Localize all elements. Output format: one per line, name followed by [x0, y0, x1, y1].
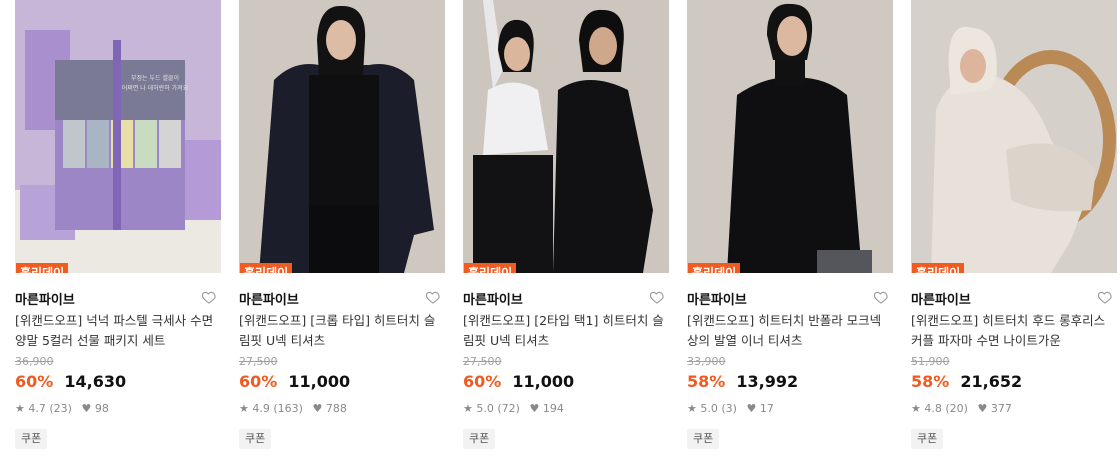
brand-name[interactable]: 마른파이브	[15, 293, 75, 308]
box-text: 어쩌면 나 데허란하 가져요	[122, 84, 189, 92]
sale-price: 21,652	[960, 372, 1023, 391]
brand-name[interactable]: 마른파이브	[239, 293, 299, 308]
star-icon: ★	[15, 402, 25, 415]
star-icon: ★	[239, 402, 249, 415]
holiday-badge: 홀리데이	[16, 263, 69, 273]
review-count: (163)	[273, 402, 303, 415]
product-card[interactable]: 홀리데이 마른파이브 [위캔드오프] 히트터치 후드 롱후리스 커플 파자마 수…	[911, 0, 1117, 449]
like-count: 17	[759, 402, 774, 415]
box-text: 부정는 두드 셀클이	[131, 74, 179, 82]
original-price: 33,900	[687, 355, 726, 368]
star-icon: ★	[687, 402, 697, 415]
coupon-badge: 쿠폰	[239, 429, 272, 449]
product-title[interactable]: [위캔드오프] [2타입 택1] 히트터치 슬림핏 U넥 티셔츠	[463, 311, 669, 351]
product-title[interactable]: [위캔드오프] 넉넉 파스텔 극세사 수면양말 5컬러 선물 패키지 세트	[15, 311, 221, 351]
product-image[interactable]: 홀리데이	[687, 0, 893, 273]
coupon-badge: 쿠폰	[15, 429, 48, 449]
rating: 4.7	[28, 402, 46, 415]
sale-price: 11,000	[288, 372, 351, 391]
heart-icon: ♥	[977, 402, 988, 415]
like-count: 788	[325, 402, 347, 415]
star-icon: ★	[463, 402, 473, 415]
product-title[interactable]: [위캔드오프] [크롭 타입] 히트터치 슬림핏 U넥 티셔츠	[239, 311, 445, 351]
review-count: (72)	[497, 402, 520, 415]
coupon-badge: 쿠폰	[687, 429, 720, 449]
rating: 4.8	[924, 402, 942, 415]
discount-rate: 58%	[687, 372, 726, 391]
like-count: 194	[542, 402, 564, 415]
review-count: (3)	[721, 402, 737, 415]
product-title[interactable]: [위캔드오프] 히트터치 후드 롱후리스 커플 파자마 수면 나이트가운	[911, 311, 1117, 351]
product-card[interactable]: 홀리데이 마른파이브 [위캔드오프] 히트터치 반폴라 모크넥 상의 발열 이너…	[687, 0, 893, 449]
holiday-badge: 홀리데이	[240, 263, 293, 273]
holiday-badge: 홀리데이	[464, 263, 517, 273]
original-price: 36,900	[15, 355, 54, 368]
heart-icon[interactable]	[873, 289, 889, 305]
coupon-badge: 쿠폰	[463, 429, 496, 449]
heart-icon: ♥	[529, 402, 540, 415]
rating: 5.0	[700, 402, 718, 415]
original-price: 51,900	[911, 355, 950, 368]
review-count: (23)	[49, 402, 72, 415]
heart-icon[interactable]	[425, 289, 441, 305]
product-card[interactable]: 부정는 두드 셀클이 어쩌면 나 데허란하 가져요 홀리데이 마른파이브 [위캔…	[15, 0, 221, 449]
like-count: 377	[990, 402, 1012, 415]
holiday-badge: 홀리데이	[688, 263, 741, 273]
original-price: 27,500	[239, 355, 278, 368]
coupon-badge: 쿠폰	[911, 429, 944, 449]
rating: 5.0	[476, 402, 494, 415]
product-image[interactable]: 홀리데이	[463, 0, 669, 273]
heart-icon[interactable]	[1097, 289, 1113, 305]
product-card[interactable]: 홀리데이 마른파이브 [위캔드오프] [크롭 타입] 히트터치 슬림핏 U넥 티…	[239, 0, 445, 449]
heart-icon: ♥	[746, 402, 757, 415]
heart-icon[interactable]	[201, 289, 217, 305]
brand-name[interactable]: 마른파이브	[687, 293, 747, 308]
discount-rate: 60%	[15, 372, 54, 391]
heart-icon: ♥	[81, 402, 92, 415]
like-count: 98	[94, 402, 109, 415]
sale-price: 14,630	[64, 372, 127, 391]
holiday-badge: 홀리데이	[912, 263, 965, 273]
rating: 4.9	[252, 402, 270, 415]
discount-rate: 60%	[463, 372, 502, 391]
brand-name[interactable]: 마른파이브	[911, 293, 971, 308]
review-count: (20)	[945, 402, 968, 415]
product-image[interactable]: 부정는 두드 셀클이 어쩌면 나 데허란하 가져요 홀리데이	[15, 0, 221, 273]
product-image[interactable]: 홀리데이	[911, 0, 1117, 273]
sale-price: 11,000	[512, 372, 575, 391]
original-price: 27,500	[463, 355, 502, 368]
product-image[interactable]: 홀리데이	[239, 0, 445, 273]
heart-icon[interactable]	[649, 289, 665, 305]
heart-icon: ♥	[312, 402, 323, 415]
product-card[interactable]: 홀리데이 마른파이브 [위캔드오프] [2타입 택1] 히트터치 슬림핏 U넥 …	[463, 0, 669, 449]
product-title[interactable]: [위캔드오프] 히트터치 반폴라 모크넥 상의 발열 이너 티셔츠	[687, 311, 893, 351]
star-icon: ★	[911, 402, 921, 415]
discount-rate: 60%	[239, 372, 278, 391]
brand-name[interactable]: 마른파이브	[463, 293, 523, 308]
sale-price: 13,992	[736, 372, 799, 391]
discount-rate: 58%	[911, 372, 950, 391]
